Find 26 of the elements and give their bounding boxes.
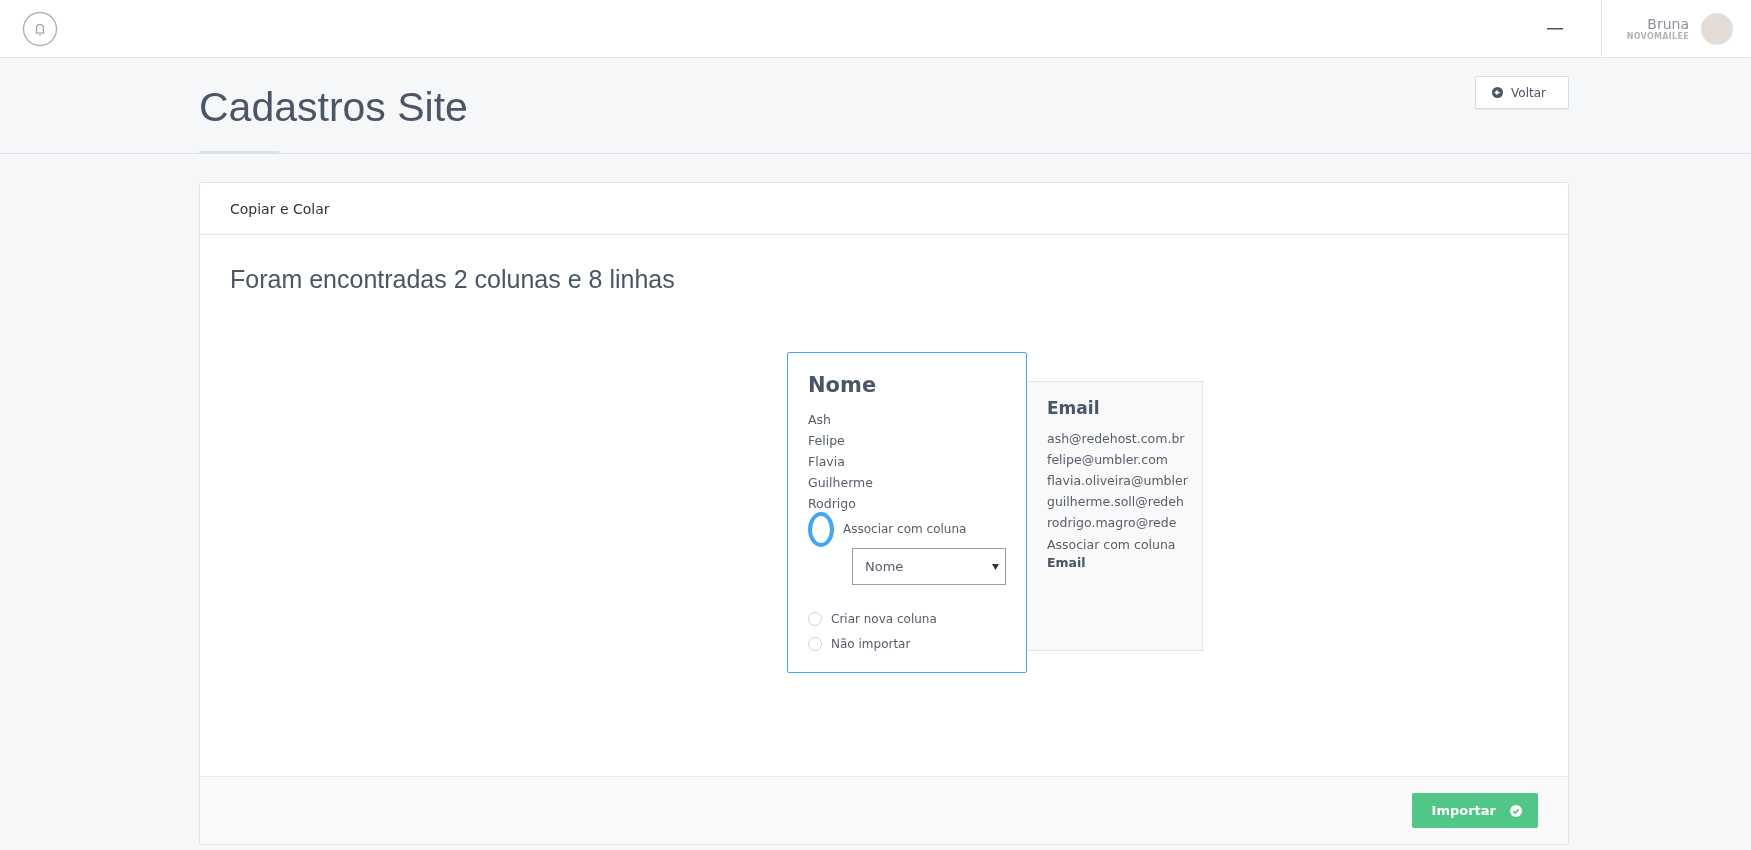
column-value: guilherme.soll@redeh [1047, 493, 1184, 511]
column-value: felipe@umbler.com [1047, 451, 1169, 469]
column-value: ash@redehost.com.br [1047, 430, 1185, 448]
page-title: Cadastros Site [199, 84, 468, 131]
account-name: NOVOMAILEE [1626, 32, 1689, 41]
column-value: Flavia [808, 453, 845, 471]
column-dropdown[interactable]: Nome [852, 548, 1006, 585]
column-value: Rodrigo [808, 495, 856, 513]
column-card[interactable]: Nome Ash Felipe Flavia Guilherme Rodrigo Associar com coluna Nome Criar nova coluna Não importar [787, 352, 1027, 673]
option-label[interactable]: Não importar [831, 637, 911, 651]
summary-text: Foram encontradas 2 colunas e 8 linhas [230, 265, 676, 294]
column-value: flavia.oliveira@umbler [1047, 472, 1188, 490]
column-value: Felipe [808, 432, 845, 450]
column-value: Ash [808, 411, 831, 429]
column-title: Nome [808, 373, 877, 397]
user-name: Bruna [1647, 16, 1689, 32]
panel-title: Copiar e Colar [230, 200, 330, 217]
association-column: Email [1047, 555, 1086, 570]
association-label: Associar com coluna [1047, 537, 1176, 552]
option-label[interactable]: Criar nova coluna [831, 612, 937, 626]
back-button[interactable]: Voltar [1475, 76, 1569, 109]
column-card[interactable]: Email ash@redehost.com.br felipe@umbler.com flavia.oliveira@umbler guilherme.soll@redeh rodrigo.magro@rede Associar com coluna Email [1027, 381, 1203, 651]
column-value: Guilherme [808, 474, 873, 492]
column-value: rodrigo.magro@rede [1047, 514, 1177, 532]
column-title: Email [1047, 398, 1100, 418]
option-label[interactable]: Associar com coluna [843, 522, 967, 536]
